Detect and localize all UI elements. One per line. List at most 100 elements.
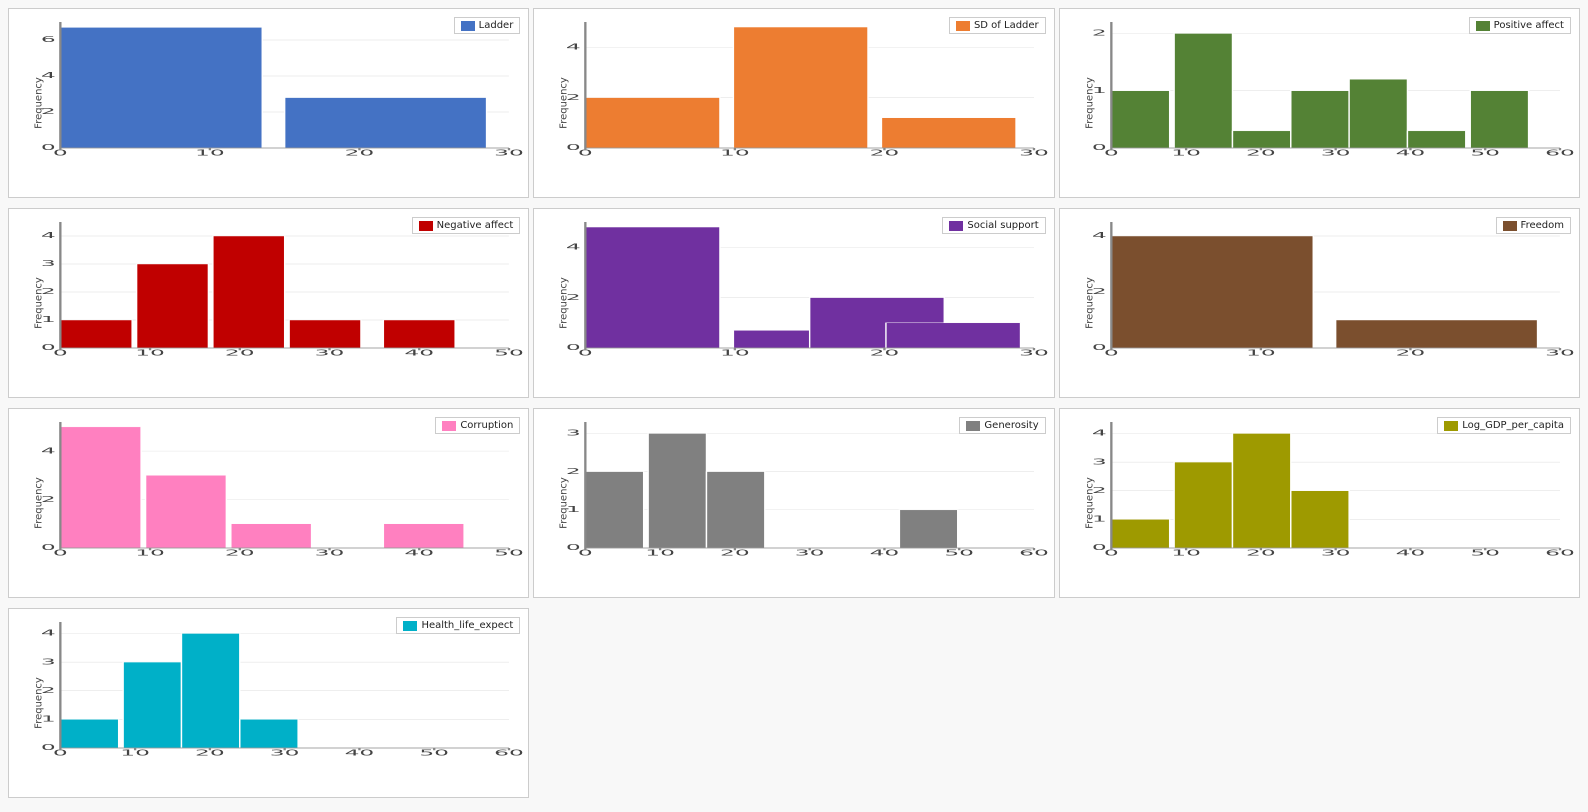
svg-text:60: 60 xyxy=(494,749,524,758)
svg-text:10: 10 xyxy=(1246,349,1276,358)
legend-positive_affect: Positive affect xyxy=(1469,17,1571,34)
legend-label-corruption: Corruption xyxy=(460,420,513,431)
chart-positive_affect: FrequencyPositive affect0102030405060012 xyxy=(1059,8,1580,198)
y-axis-label-positive_affect: Frequency xyxy=(1084,77,1095,129)
svg-text:0: 0 xyxy=(1091,144,1106,153)
svg-text:20: 20 xyxy=(1246,149,1276,158)
svg-text:0: 0 xyxy=(1091,344,1106,353)
svg-text:10: 10 xyxy=(720,149,750,158)
svg-text:0: 0 xyxy=(41,344,56,353)
y-axis-label-negative_affect: Frequency xyxy=(33,277,44,329)
svg-negative_affect: 0102030405001234 xyxy=(51,219,518,369)
svg-text:40: 40 xyxy=(1395,549,1425,558)
legend-label-log_gdp: Log_GDP_per_capita xyxy=(1462,420,1564,431)
svg-text:50: 50 xyxy=(494,349,524,358)
charts-grid: FrequencyLadder01020300246FrequencySD of… xyxy=(0,0,1588,812)
svg-text:2: 2 xyxy=(1091,29,1106,38)
svg-text:2: 2 xyxy=(566,467,581,476)
chart-social_support: FrequencySocial support0102030024 xyxy=(533,208,1054,398)
svg-text:4: 4 xyxy=(41,447,56,456)
svg-text:0: 0 xyxy=(566,544,581,553)
svg-text:50: 50 xyxy=(1470,549,1500,558)
svg-text:40: 40 xyxy=(1395,149,1425,158)
svg-text:0: 0 xyxy=(41,744,56,753)
svg-ladder: 01020300246 xyxy=(51,19,518,169)
svg-text:0: 0 xyxy=(566,344,581,353)
chart-negative_affect: FrequencyNegative affect0102030405001234 xyxy=(8,208,529,398)
legend-sd_ladder: SD of Ladder xyxy=(949,17,1046,34)
svg-text:20: 20 xyxy=(720,549,750,558)
svg-text:30: 30 xyxy=(1320,549,1350,558)
svg-text:20: 20 xyxy=(870,349,900,358)
svg-text:3: 3 xyxy=(566,429,581,438)
svg-text:3: 3 xyxy=(41,260,56,269)
svg-text:40: 40 xyxy=(404,349,434,358)
legend-color-social_support xyxy=(949,221,963,231)
legend-color-health_life xyxy=(403,621,417,631)
legend-color-ladder xyxy=(461,21,475,31)
svg-text:10: 10 xyxy=(646,549,676,558)
y-axis-label-generosity: Frequency xyxy=(559,477,570,529)
chart-ladder: FrequencyLadder01020300246 xyxy=(8,8,529,198)
svg-text:60: 60 xyxy=(1019,549,1049,558)
chart-sd_ladder: FrequencySD of Ladder0102030024 xyxy=(533,8,1054,198)
svg-log_gdp: 010203040506001234 xyxy=(1102,419,1569,569)
legend-health_life: Health_life_expect xyxy=(396,617,520,634)
svg-text:40: 40 xyxy=(404,549,434,558)
legend-color-positive_affect xyxy=(1476,21,1490,31)
legend-label-health_life: Health_life_expect xyxy=(421,620,513,631)
legend-label-ladder: Ladder xyxy=(479,20,514,31)
svg-text:0: 0 xyxy=(1091,544,1106,553)
legend-color-sd_ladder xyxy=(956,21,970,31)
legend-log_gdp: Log_GDP_per_capita xyxy=(1437,417,1571,434)
legend-label-social_support: Social support xyxy=(967,220,1038,231)
legend-freedom: Freedom xyxy=(1496,217,1571,234)
svg-text:50: 50 xyxy=(494,549,524,558)
legend-label-generosity: Generosity xyxy=(984,420,1038,431)
legend-color-generosity xyxy=(966,421,980,431)
svg-generosity: 01020304050600123 xyxy=(576,419,1043,569)
svg-text:10: 10 xyxy=(720,349,750,358)
svg-text:4: 4 xyxy=(1091,232,1106,241)
svg-text:30: 30 xyxy=(315,349,345,358)
legend-generosity: Generosity xyxy=(959,417,1045,434)
svg-text:20: 20 xyxy=(195,749,225,758)
svg-text:10: 10 xyxy=(120,749,150,758)
legend-social_support: Social support xyxy=(942,217,1045,234)
y-axis-label-corruption: Frequency xyxy=(33,477,44,529)
legend-color-freedom xyxy=(1503,221,1517,231)
svg-corruption: 01020304050024 xyxy=(51,419,518,569)
svg-text:0: 0 xyxy=(41,544,56,553)
svg-text:20: 20 xyxy=(345,149,375,158)
svg-text:20: 20 xyxy=(225,349,255,358)
legend-color-negative_affect xyxy=(419,221,433,231)
y-axis-label-freedom: Frequency xyxy=(1084,277,1095,329)
y-axis-label-social_support: Frequency xyxy=(559,277,570,329)
y-axis-label-health_life: Frequency xyxy=(33,677,44,729)
svg-text:60: 60 xyxy=(1545,149,1575,158)
svg-social_support: 0102030024 xyxy=(576,219,1043,369)
y-axis-label-log_gdp: Frequency xyxy=(1084,477,1095,529)
legend-label-freedom: Freedom xyxy=(1521,220,1564,231)
svg-text:10: 10 xyxy=(195,149,225,158)
svg-text:30: 30 xyxy=(795,549,825,558)
legend-color-corruption xyxy=(442,421,456,431)
legend-corruption: Corruption xyxy=(435,417,520,434)
svg-text:50: 50 xyxy=(419,749,449,758)
svg-text:0: 0 xyxy=(41,144,56,153)
svg-text:0: 0 xyxy=(566,144,581,153)
svg-text:30: 30 xyxy=(1019,149,1049,158)
svg-text:30: 30 xyxy=(315,549,345,558)
svg-text:30: 30 xyxy=(1320,149,1350,158)
y-axis-label-ladder: Frequency xyxy=(33,77,44,129)
svg-text:20: 20 xyxy=(1395,349,1425,358)
svg-text:10: 10 xyxy=(1171,549,1201,558)
svg-text:4: 4 xyxy=(566,43,581,52)
svg-text:4: 4 xyxy=(566,243,581,252)
chart-freedom: FrequencyFreedom0102030024 xyxy=(1059,208,1580,398)
legend-negative_affect: Negative affect xyxy=(412,217,521,234)
svg-text:6: 6 xyxy=(41,36,56,45)
svg-text:10: 10 xyxy=(135,349,165,358)
legend-label-positive_affect: Positive affect xyxy=(1494,20,1564,31)
legend-ladder: Ladder xyxy=(454,17,521,34)
